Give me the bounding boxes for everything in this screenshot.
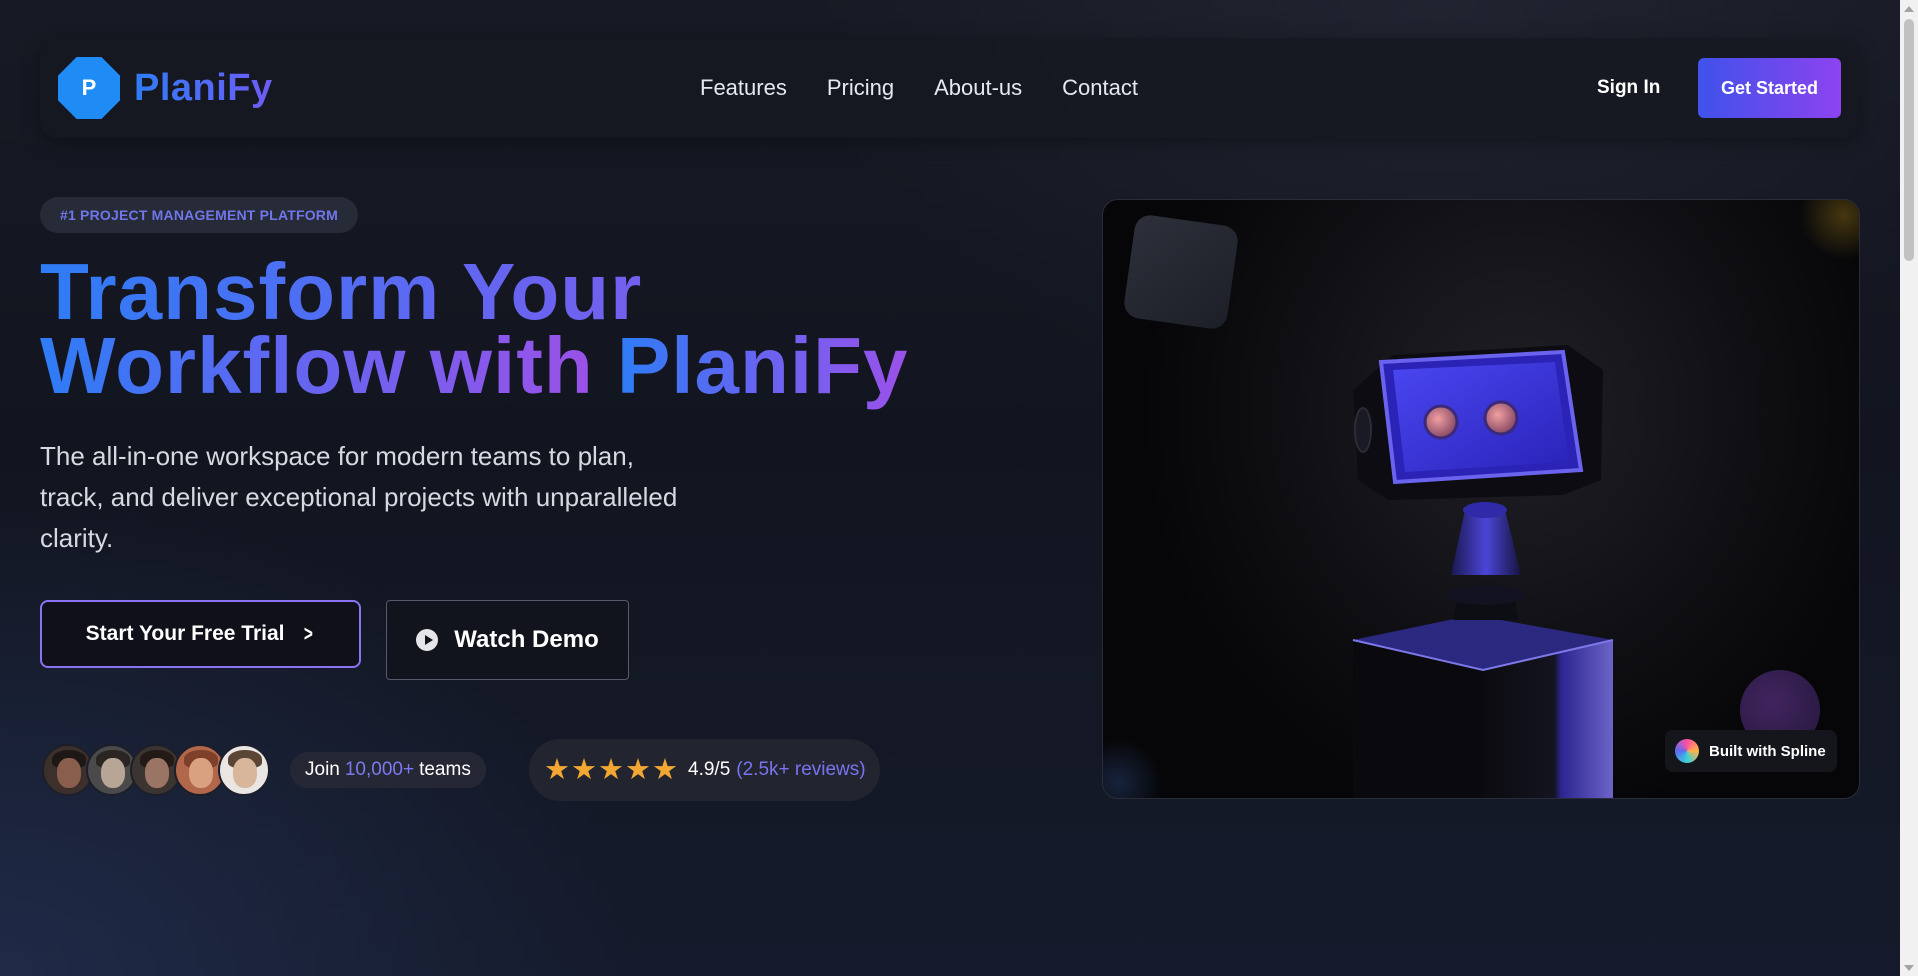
- page-scrollbar[interactable]: [1900, 0, 1918, 976]
- spline-logo-icon: [1675, 739, 1699, 763]
- join-count: 10,000+: [344, 759, 415, 780]
- nav-link-features[interactable]: Features: [700, 75, 787, 101]
- scroll-down-arrow-icon[interactable]: [1900, 959, 1918, 976]
- team-avatars: [42, 744, 270, 796]
- headline-brand: PlaniFy: [616, 321, 909, 410]
- chevron-right-icon: >: [304, 621, 314, 646]
- start-free-trial-label: Start Your Free Trial: [85, 622, 285, 645]
- headline-line-2: Workflow with PlaniFy: [40, 326, 1000, 406]
- scrollbar-thumb[interactable]: [1904, 19, 1914, 261]
- page: P PlaniFy Features Pricing About-us Cont…: [0, 0, 1900, 976]
- spline-badge-label: Built with Spline: [1709, 742, 1826, 760]
- scroll-up-arrow-icon[interactable]: [1900, 0, 1918, 17]
- platform-badge: #1 PROJECT MANAGEMENT PLATFORM: [40, 197, 358, 233]
- nav-links: Features Pricing About-us Contact: [700, 38, 1138, 138]
- star-icon: ★: [652, 753, 678, 786]
- sign-in-link[interactable]: Sign In: [1597, 38, 1660, 138]
- brand-name: PlaniFy: [134, 66, 273, 109]
- nav-link-pricing[interactable]: Pricing: [827, 75, 894, 101]
- nav-link-contact[interactable]: Contact: [1062, 75, 1138, 101]
- star-icon: ★: [544, 753, 570, 786]
- headline-line-1: Transform Your: [40, 252, 1000, 332]
- rating-pill: ★ ★ ★ ★ ★ 4.9/5 (2.5k+ reviews): [529, 739, 880, 801]
- star-rating: ★ ★ ★ ★ ★: [544, 753, 678, 786]
- play-icon: [416, 629, 439, 651]
- brand[interactable]: P PlaniFy: [58, 56, 273, 120]
- get-started-button[interactable]: Get Started: [1698, 58, 1841, 118]
- hero-subtext: The all-in-one workspace for modern team…: [40, 441, 678, 553]
- star-icon: ★: [625, 753, 651, 786]
- start-free-trial-button[interactable]: Start Your Free Trial >: [40, 600, 361, 668]
- star-icon: ★: [598, 753, 624, 786]
- decorative-cube: [1122, 213, 1240, 331]
- hero-3d-scene[interactable]: Built with Spline: [1102, 199, 1860, 799]
- watch-demo-label: Watch Demo: [454, 626, 599, 653]
- join-suffix: teams: [419, 759, 471, 780]
- watch-demo-button[interactable]: Watch Demo: [386, 600, 629, 680]
- join-teams-pill: Join 10,000+ teams: [290, 752, 486, 788]
- hero-headline: Transform Your Workflow with PlaniFy: [40, 252, 1000, 406]
- built-with-spline-badge[interactable]: Built with Spline: [1665, 730, 1837, 772]
- rating-score: 4.9/5: [688, 759, 731, 780]
- logo-icon: P: [58, 57, 120, 119]
- headline-line-2-text: Workflow with: [40, 321, 594, 410]
- decorative-glow: [1103, 738, 1163, 798]
- rating-reviews: (2.5k+ reviews): [736, 759, 866, 780]
- robot-illustration: [1352, 345, 1614, 798]
- navbar: P PlaniFy Features Pricing About-us Cont…: [40, 38, 1860, 138]
- join-prefix: Join: [305, 759, 340, 780]
- decorative-glow: [1799, 200, 1859, 260]
- nav-link-about-us[interactable]: About-us: [934, 75, 1022, 101]
- avatar: [218, 744, 270, 796]
- star-icon: ★: [571, 753, 597, 786]
